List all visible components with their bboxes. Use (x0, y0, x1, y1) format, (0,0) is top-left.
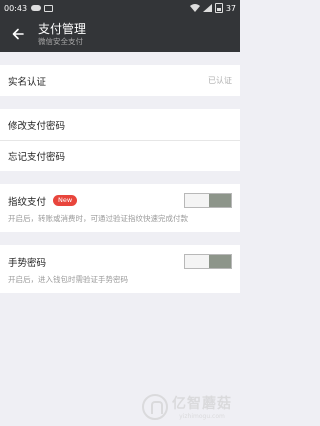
header-titles: 支付管理 微信安全支付 (38, 22, 86, 47)
gesture-password-toggle[interactable] (184, 254, 232, 269)
status-right: 37 (189, 3, 236, 13)
page-title: 支付管理 (38, 21, 87, 36)
fingerprint-pay-toggle[interactable] (184, 193, 232, 208)
image-notification-icon (44, 4, 54, 12)
wifi-icon (189, 4, 200, 12)
status-time: 00:43 (4, 3, 28, 13)
identity-section: 实名认证 已认证 (0, 65, 240, 96)
forgot-pay-password-label: 忘记支付密码 (8, 152, 66, 163)
gesture-password-description: 开启后，进入钱包时需验证手势密码 (8, 275, 128, 284)
fingerprint-pay-label: 指纹支付 (8, 196, 47, 208)
new-badge: New (53, 195, 78, 206)
real-name-auth-label: 实名认证 (8, 76, 47, 88)
app-header: 支付管理 微信安全支付 (0, 16, 240, 52)
toggle-knob (209, 255, 231, 268)
real-name-auth-status: 已认证 (208, 76, 232, 85)
watermark-text: 亿智蘑菇 (172, 396, 232, 412)
gesture-password-label: 手势密码 (8, 257, 47, 269)
password-section: 修改支付密码 忘记支付密码 (0, 109, 240, 171)
fingerprint-section: 指纹支付 New 开启后，转账或消费时，可通过验证指纹快速完成付款 (0, 184, 240, 232)
page-subtitle: 微信安全支付 (38, 36, 83, 46)
cloud-notification-icon (31, 4, 42, 11)
watermark-url: yizhimogu.com (179, 413, 225, 420)
status-bar: 00:43 37 (0, 0, 240, 16)
change-pay-password-label: 修改支付密码 (8, 120, 66, 132)
signal-icon (202, 4, 212, 12)
gesture-section: 手势密码 开启后，进入钱包时需验证手势密码 (0, 245, 240, 293)
real-name-auth-row[interactable]: 实名认证 已认证 (0, 65, 240, 96)
change-pay-password-row[interactable]: 修改支付密码 (0, 109, 240, 140)
notification-icons (31, 4, 54, 12)
mushroom-logo-icon (142, 393, 168, 420)
fingerprint-pay-description: 开启后，转账或消费时，可通过验证指纹快速完成付款 (8, 214, 188, 223)
toggle-knob (209, 194, 231, 207)
battery-level: 37 (225, 3, 236, 13)
battery-icon (214, 3, 223, 13)
watermark: 亿智蘑菇 yizhimogu.com (142, 393, 232, 420)
empty-area: 亿智蘑菇 yizhimogu.com (0, 304, 240, 426)
forgot-pay-password-row[interactable]: 忘记支付密码 (0, 140, 240, 171)
back-arrow-icon[interactable] (8, 24, 28, 44)
